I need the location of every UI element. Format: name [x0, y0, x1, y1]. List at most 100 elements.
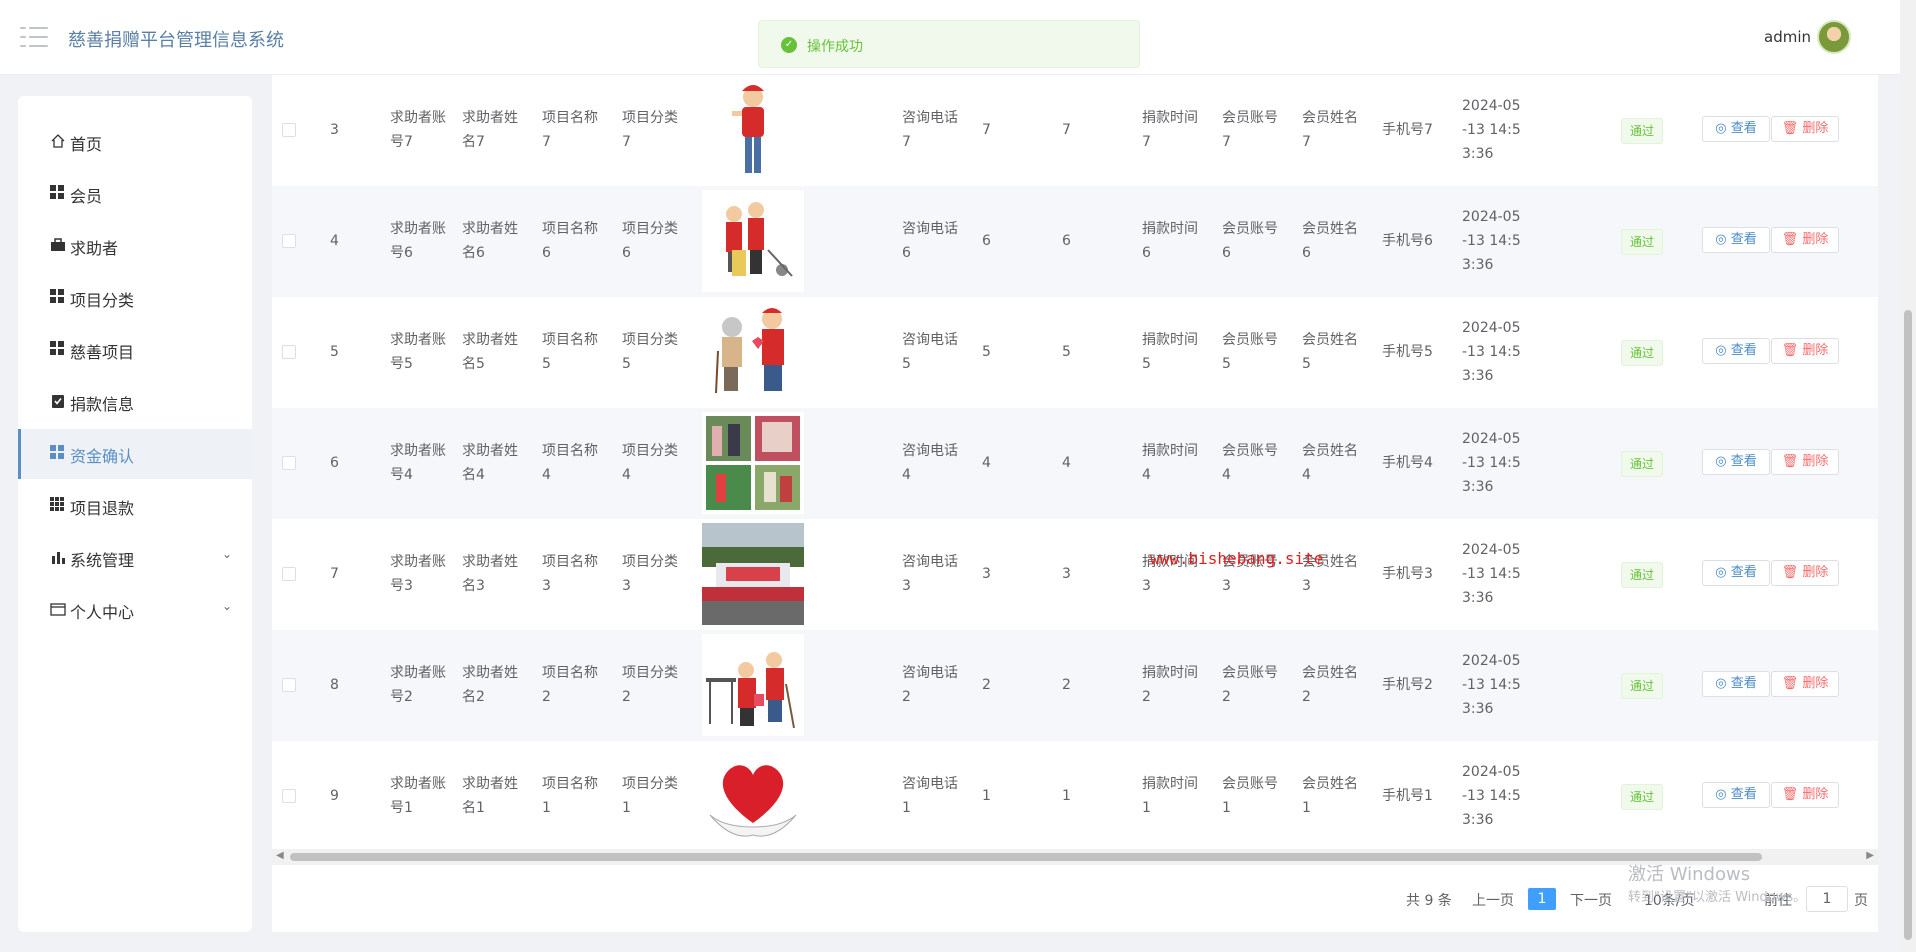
cell-line: 项目名称 — [542, 110, 598, 126]
view-button[interactable]: ◎ 查看 — [1702, 116, 1770, 142]
sidebar-item-7[interactable]: 项目退款 — [18, 481, 252, 531]
view-button[interactable]: ◎ 查看 — [1702, 449, 1770, 475]
delete-button[interactable]: 🗑 删除 — [1771, 671, 1839, 697]
row-checkbox[interactable] — [282, 789, 296, 803]
cell-c1: 1 — [982, 788, 991, 804]
cell-c1: 3 — [982, 566, 991, 582]
sidebar-item-3[interactable]: 项目分类 — [18, 273, 252, 323]
row-checkbox[interactable] — [282, 567, 296, 581]
cell-name: 求助者姓 名2 — [462, 661, 518, 709]
sidebar-item-5[interactable]: 捐款信息 — [18, 377, 252, 427]
cell-line: -13 14:5 — [1462, 677, 1521, 693]
sidebar-item-8[interactable]: 系统管理 ⌄ — [18, 533, 252, 583]
status-badge: 通过 — [1621, 451, 1664, 477]
cell-phone: 咨询电话 1 — [902, 772, 958, 820]
cell-project: 项目名称 3 — [542, 550, 598, 598]
cell-line: 2024-05 — [1462, 320, 1521, 336]
sidebar: 首页会员求助者 项目分类 慈善项目 捐款信息 资金确认 项目退款系统管理 ⌄ 个人中心 ⌄ — [18, 96, 252, 932]
page-scrollbar-thumb[interactable] — [1904, 310, 1912, 940]
sidebar-item-label: 会员 — [70, 187, 103, 206]
cell-date: 2024-05 -13 14:5 3:36 — [1462, 205, 1521, 277]
pagination-prev[interactable]: 上一页 — [1472, 890, 1514, 910]
cell-line: 项目名称 — [542, 332, 598, 348]
menu-toggle-icon[interactable] — [20, 27, 48, 47]
eye-icon: ◎ — [1715, 787, 1731, 802]
sidebar-item-2[interactable]: 求助者 — [18, 221, 252, 271]
cell-line: 咨询电话 — [902, 776, 958, 792]
sidebar-item-6[interactable]: 资金确认 — [18, 429, 252, 479]
view-button-label: 查看 — [1730, 787, 1757, 802]
pagination-page-1[interactable]: 1 — [1528, 888, 1556, 910]
sidebar-item-label: 个人中心 — [70, 603, 135, 622]
row-checkbox[interactable] — [282, 345, 296, 359]
sidebar-item-label: 系统管理 — [70, 551, 135, 570]
cell-line: 号3 — [390, 578, 413, 594]
chevron-down-icon[interactable]: ⌄ — [222, 599, 232, 613]
cell-line: 3 — [902, 578, 911, 594]
cell-line: 求助者姓 — [462, 443, 518, 459]
avatar[interactable] — [1817, 20, 1851, 54]
table-scrollbar-thumb[interactable] — [290, 853, 1762, 861]
delete-button-label: 删除 — [1802, 565, 1829, 580]
cell-c1: 5 — [982, 344, 991, 360]
pagination-next[interactable]: 下一页 — [1570, 890, 1612, 910]
view-button[interactable]: ◎ 查看 — [1702, 338, 1770, 364]
cell-account: 求助者账 号7 — [390, 106, 446, 154]
pagination-goto-input[interactable]: 1 — [1806, 886, 1848, 912]
delete-button[interactable]: 🗑 删除 — [1771, 227, 1839, 253]
cell-line: -13 14:5 — [1462, 233, 1521, 249]
delete-button-label: 删除 — [1802, 343, 1829, 358]
delete-button[interactable]: 🗑 删除 — [1771, 116, 1839, 142]
page-scrollbar[interactable] — [1900, 0, 1916, 952]
row-checkbox[interactable] — [282, 678, 296, 692]
cell-line: 3:36 — [1462, 146, 1494, 162]
cell-line: 7 — [1142, 134, 1151, 150]
cell-line: -13 14:5 — [1462, 344, 1521, 360]
view-button[interactable]: ◎ 查看 — [1702, 560, 1770, 586]
scroll-right-icon[interactable]: ▶ — [1866, 850, 1874, 861]
cell-maccount: 会员账号 5 — [1222, 328, 1278, 376]
cell-line: 名7 — [462, 134, 485, 150]
cell-line: 2 — [622, 689, 631, 705]
cell-line: 1 — [1222, 800, 1231, 816]
trash-icon: 🗑 — [1781, 232, 1803, 247]
delete-button[interactable]: 🗑 删除 — [1771, 338, 1839, 364]
sidebar-item-9[interactable]: 个人中心 ⌄ — [18, 585, 252, 635]
cell-time: 捐款时间 1 — [1142, 772, 1198, 820]
cell-line: 项目分类 — [622, 554, 678, 570]
cell-line: 会员姓名 — [1302, 332, 1358, 348]
view-button-label: 查看 — [1730, 232, 1757, 247]
row-checkbox[interactable] — [282, 123, 296, 137]
view-button[interactable]: ◎ 查看 — [1702, 227, 1770, 253]
cell-c2: 7 — [1062, 122, 1071, 138]
cell-line: 项目分类 — [622, 776, 678, 792]
chevron-down-icon[interactable]: ⌄ — [222, 547, 232, 561]
cell-line: 求助者姓 — [462, 554, 518, 570]
cell-mname: 会员姓名 2 — [1302, 661, 1358, 709]
sidebar-item-0[interactable]: 首页 — [18, 117, 252, 167]
delete-button[interactable]: 🗑 删除 — [1771, 449, 1839, 475]
cell-line: 名3 — [462, 578, 485, 594]
row-checkbox[interactable] — [282, 456, 296, 470]
cell-date: 2024-05 -13 14:5 3:36 — [1462, 94, 1521, 166]
sidebar-item-4[interactable]: 慈善项目 — [18, 325, 252, 375]
view-button[interactable]: ◎ 查看 — [1702, 782, 1770, 808]
cell-c2: 3 — [1062, 566, 1071, 582]
sidebar-item-1[interactable]: 会员 — [18, 169, 252, 219]
cell-line: 项目名称 — [542, 776, 598, 792]
status-badge: 通过 — [1621, 229, 1664, 255]
row-index: 4 — [330, 233, 339, 249]
delete-button[interactable]: 🗑 删除 — [1771, 782, 1839, 808]
row-checkbox[interactable] — [282, 234, 296, 248]
scroll-left-icon[interactable]: ◀ — [276, 850, 284, 861]
cell-line: 会员账号 — [1222, 443, 1278, 459]
cell-name: 求助者姓 名7 — [462, 106, 518, 154]
view-button[interactable]: ◎ 查看 — [1702, 671, 1770, 697]
top-header: 慈善捐赠平台管理信息系统 ✓ 操作成功 admin — [0, 0, 1900, 75]
delete-button[interactable]: 🗑 删除 — [1771, 560, 1839, 586]
pagination-total: 共 9 条 — [1406, 893, 1452, 909]
cell-line: 3 — [1142, 578, 1151, 594]
delete-button-label: 删除 — [1802, 454, 1829, 469]
cell-line: 1 — [902, 800, 911, 816]
user-name[interactable]: admin — [1764, 28, 1811, 46]
